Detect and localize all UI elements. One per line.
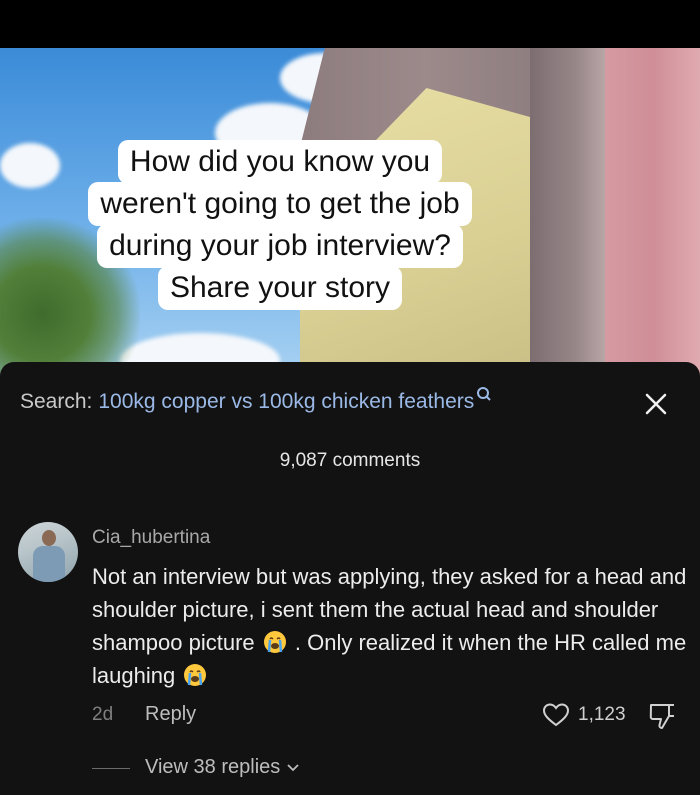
top-bar: [0, 0, 700, 48]
reply-button[interactable]: Reply: [145, 703, 196, 726]
search-suggestion[interactable]: Search: 100kg copper vs 100kg chicken fe…: [20, 386, 492, 418]
view-replies-button[interactable]: View 38 replies: [145, 756, 300, 779]
dislike-icon[interactable]: [648, 701, 676, 731]
chevron-down-icon: [287, 763, 299, 771]
replies-divider: [92, 768, 130, 769]
video-caption: How did you know you weren't going to ge…: [0, 140, 560, 310]
search-query-link[interactable]: 100kg copper vs 100kg chicken feathers: [98, 390, 474, 414]
caption-line: How did you know you: [117, 140, 443, 184]
search-prefix: Search:: [20, 390, 93, 413]
avatar[interactable]: [18, 522, 78, 582]
comment-text: Not an interview but was applying, they …: [92, 560, 692, 692]
caption-line: Share your story: [157, 266, 403, 310]
view-replies-label: View 38 replies: [145, 756, 281, 778]
heart-icon[interactable]: [542, 702, 570, 728]
like-count: 1,123: [578, 704, 626, 725]
search-icon: [476, 386, 492, 406]
avatar-head: [42, 530, 56, 546]
comment-username[interactable]: Cia_hubertina: [92, 527, 210, 549]
avatar-body: [33, 546, 65, 582]
pink-wall: [605, 48, 700, 378]
caption-line: during your job interview?: [97, 224, 463, 268]
close-icon[interactable]: [642, 390, 670, 418]
comment-time: 2d: [92, 704, 114, 725]
crying-emoji-icon: [263, 630, 287, 654]
caption-line: weren't going to get the job: [88, 182, 472, 226]
comments-count: 9,087 comments: [279, 450, 421, 471]
crying-emoji-icon: [183, 663, 207, 687]
